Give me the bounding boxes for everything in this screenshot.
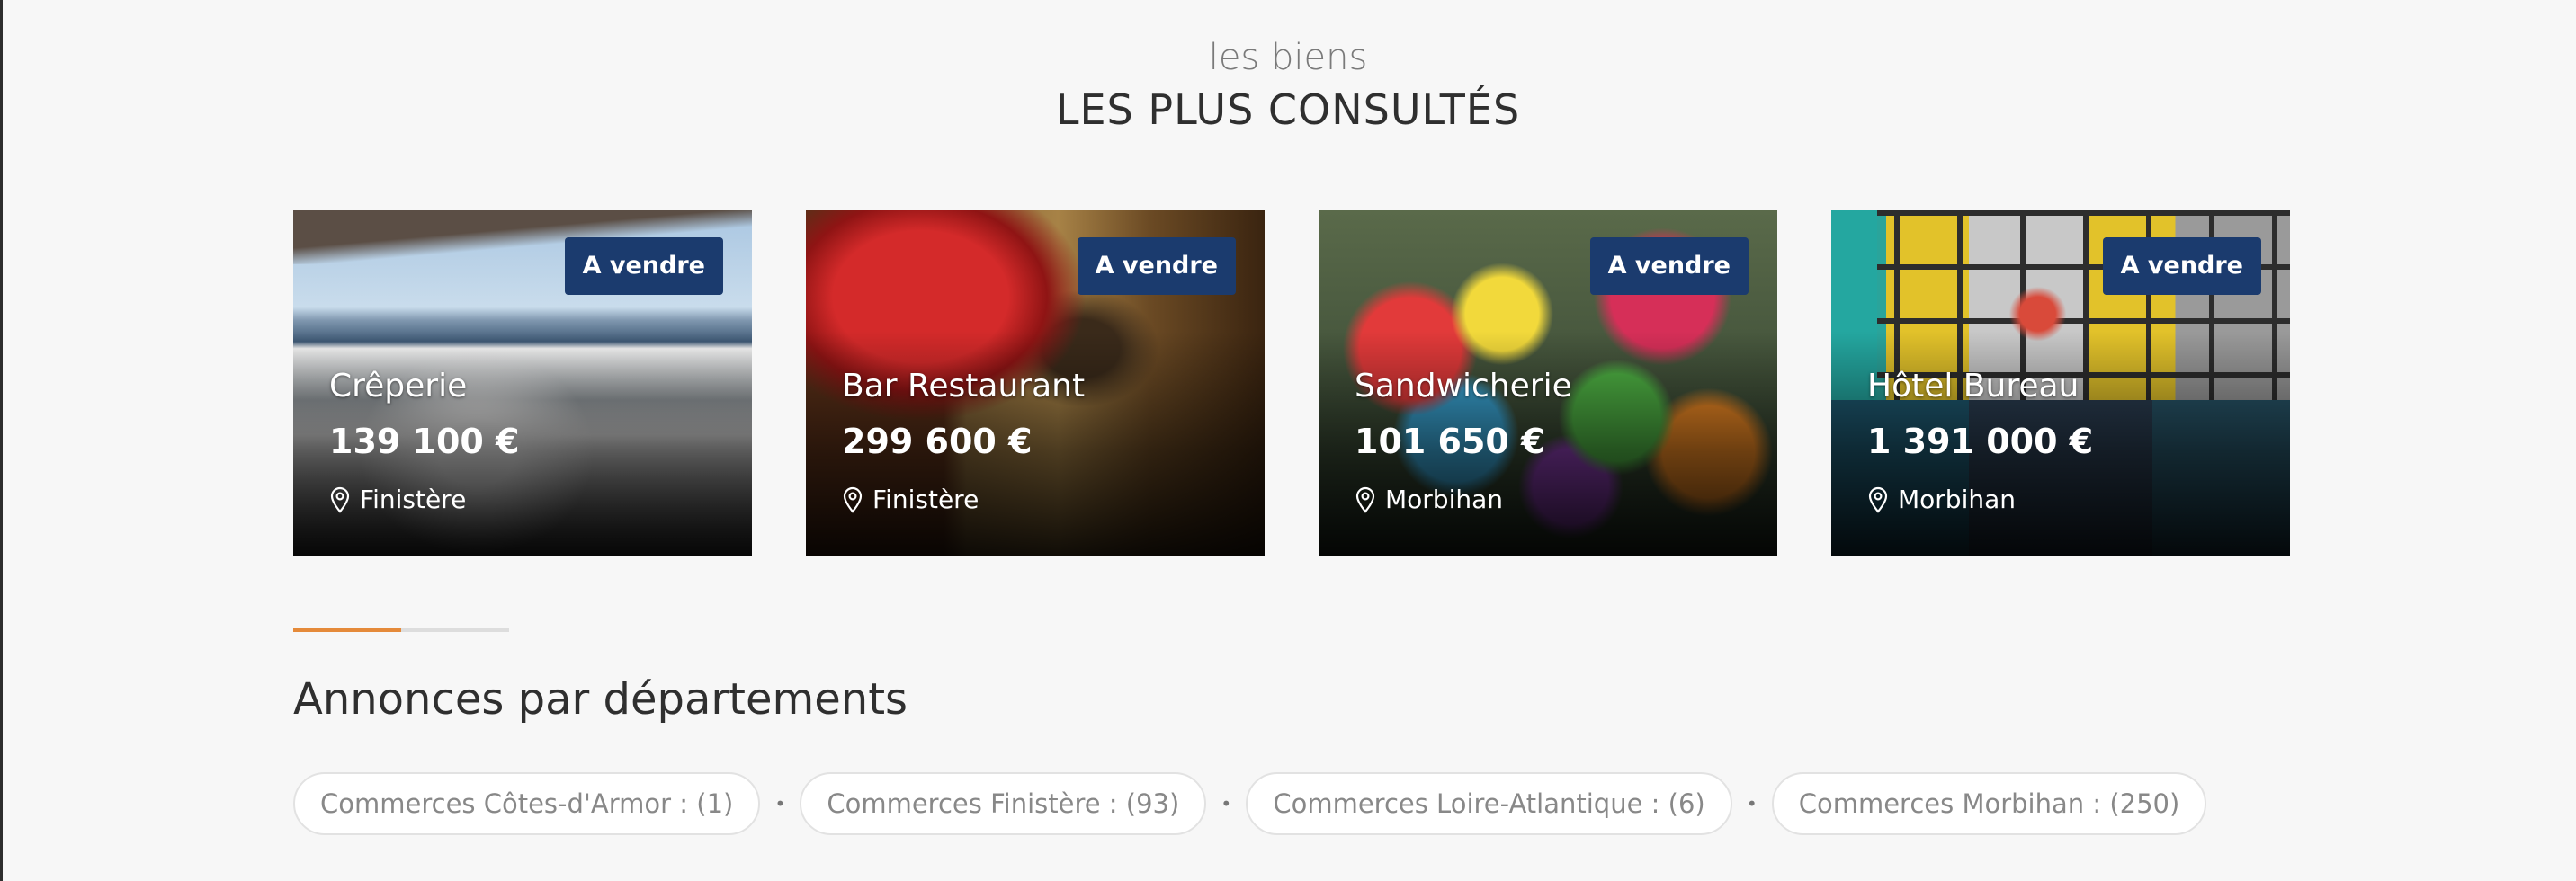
location-label: Finistère [872,485,979,514]
section-subtitle: les biens [1208,37,1368,78]
property-info: Sandwicherie 101 650 € Morbihan [1355,367,1572,516]
chip-separator: • [1221,793,1232,814]
departments-title: Annonces par départements [293,674,908,725]
location-label: Finistère [360,485,467,514]
property-location: Finistère [329,484,520,516]
property-carousel: A vendre Crêperie 139 100 € Finistère A … [293,210,2290,556]
property-card[interactable]: A vendre Sandwicherie 101 650 € Morbihan [1319,210,1777,556]
property-price: 139 100 € [329,422,520,461]
location-pin-icon [1355,486,1375,513]
status-badge: A vendre [2102,237,2261,295]
carousel-progress-fill [293,628,401,632]
section-title: LES PLUS CONSULTÉS [1055,85,1521,134]
property-info: Hôtel Bureau 1 391 000 € Morbihan [1867,367,2093,516]
property-name: Sandwicherie [1355,368,1572,405]
property-card[interactable]: A vendre Bar Restaurant 299 600 € Finist… [806,210,1265,556]
department-chip-morbihan[interactable]: Commerces Morbihan : (250) [1771,772,2207,835]
department-chip-finistere[interactable]: Commerces Finistère : (93) [800,772,1207,835]
property-price: 299 600 € [842,422,1033,461]
location-label: Morbihan [1385,485,1504,514]
section-header: les biens LES PLUS CONSULTÉS [0,34,2576,137]
status-badge: A vendre [564,237,723,295]
status-badge: A vendre [1077,237,1236,295]
property-card[interactable]: A vendre Hôtel Bureau 1 391 000 € Morbih… [1831,210,2290,556]
location-pin-icon [843,486,863,513]
status-badge: A vendre [1589,237,1749,295]
location-pin-icon [1868,486,1888,513]
department-chip-cotes-darmor[interactable]: Commerces Côtes-d'Armor : (1) [293,772,761,835]
property-name: Bar Restaurant [842,368,1086,405]
property-info: Bar Restaurant 299 600 € Finistère [842,367,1085,516]
property-location: Morbihan [1355,484,1572,516]
department-chips: Commerces Côtes-d'Armor : (1) • Commerce… [293,772,2207,835]
property-info: Crêperie 139 100 € Finistère [329,367,520,516]
chip-separator: • [1746,793,1758,814]
property-price: 1 391 000 € [1867,422,2094,461]
chip-separator: • [774,793,786,814]
property-price: 101 650 € [1355,422,1545,461]
property-location: Morbihan [1867,484,2093,516]
property-name: Crêperie [329,368,468,405]
location-pin-icon [330,486,350,513]
carousel-progress-bar[interactable] [293,628,509,632]
property-location: Finistère [842,484,1085,516]
property-name: Hôtel Bureau [1867,368,2080,405]
location-label: Morbihan [1898,485,2017,514]
department-chip-loire-atlantique[interactable]: Commerces Loire-Atlantique : (6) [1246,772,1732,835]
property-card[interactable]: A vendre Crêperie 139 100 € Finistère [293,210,752,556]
